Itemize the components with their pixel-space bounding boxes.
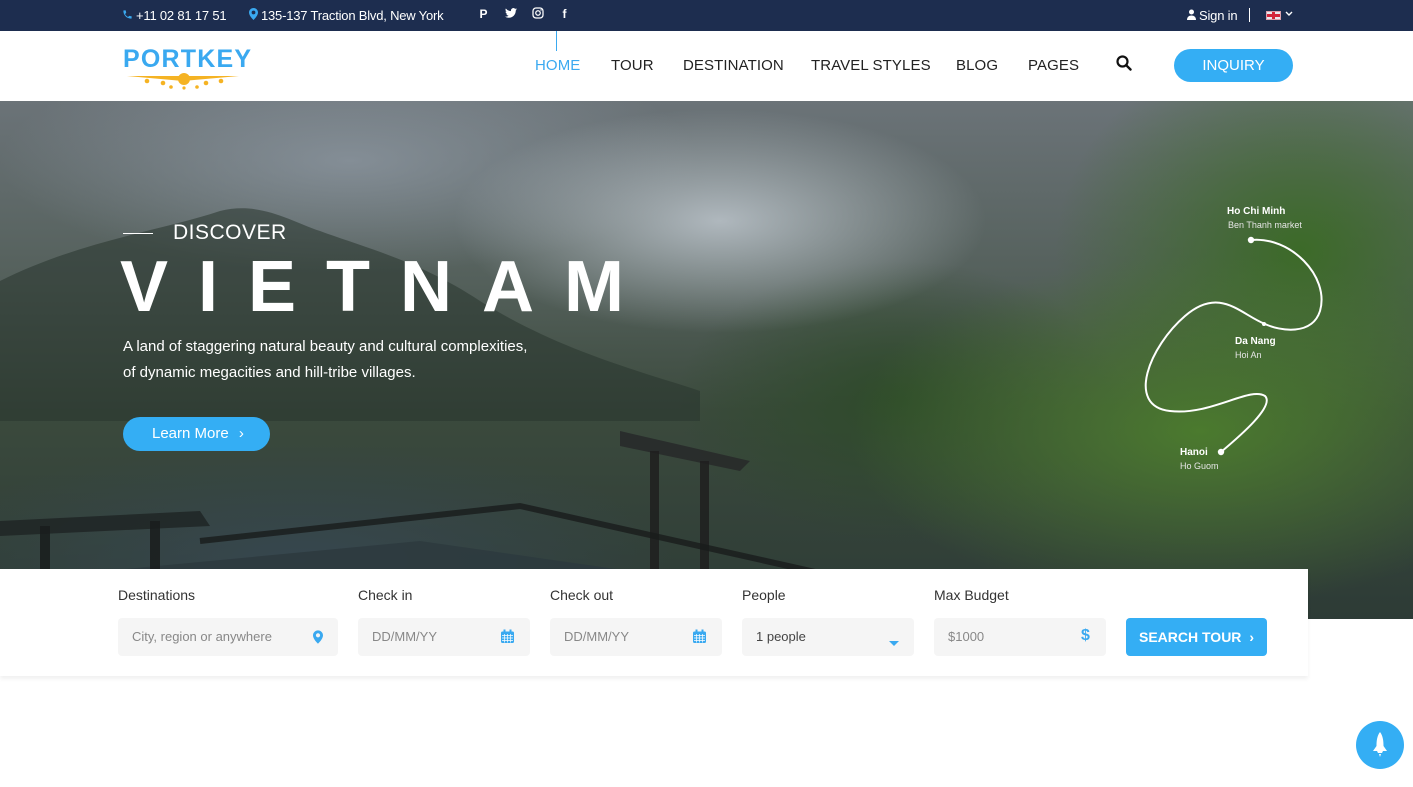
max-budget-input[interactable]: $1000 $ [934, 618, 1106, 656]
check-out-placeholder: DD/MM/YY [564, 629, 629, 644]
uk-flag-icon[interactable] [1266, 11, 1281, 20]
user-icon [1187, 8, 1196, 23]
kicker-line [123, 233, 153, 234]
people-select[interactable]: 1 people [742, 618, 914, 656]
destinations-label: Destinations [118, 587, 196, 603]
sign-in-label: Sign in [1199, 8, 1238, 23]
active-nav-indicator [556, 31, 557, 51]
rocket-icon [1373, 732, 1387, 757]
chevron-right-icon: › [1249, 629, 1254, 645]
route-place: Ben Thanh market [1228, 220, 1302, 230]
address-text: 135-137 Traction Blvd, New York [261, 8, 444, 23]
route-map: Ho Chi Minh Ben Thanh market Da Nang Hoi… [1130, 196, 1340, 486]
route-city: Da Nang [1235, 336, 1276, 347]
people-value: 1 people [756, 629, 806, 644]
phone-icon [122, 9, 133, 23]
portkey-logo[interactable]: PORTKEY [123, 43, 251, 90]
nav-blog[interactable]: BLOG [956, 57, 998, 74]
dollar-icon: $ [1081, 627, 1090, 644]
learn-more-label: Learn More [152, 425, 229, 442]
address-contact: 135-137 Traction Blvd, New York [249, 8, 444, 23]
hero-banner: DISCOVER VIETNAM A land of staggering na… [0, 101, 1413, 619]
destination-placeholder: City, region or anywhere [132, 629, 272, 644]
main-header: PORTKEY HOME TOUR DESTINATION TRAVEL STY… [0, 31, 1413, 101]
chevron-down-icon[interactable] [1285, 9, 1293, 19]
search-icon[interactable] [1116, 55, 1132, 76]
check-in-input[interactable]: DD/MM/YY [358, 618, 530, 656]
topbar-divider [1249, 8, 1250, 22]
route-city: Hanoi [1180, 447, 1208, 458]
instagram-icon[interactable] [524, 7, 551, 22]
pinterest-icon[interactable]: P [470, 7, 497, 22]
check-in-label: Check in [358, 587, 413, 603]
chevron-right-icon: › [238, 425, 244, 442]
check-out-input[interactable]: DD/MM/YY [550, 618, 722, 656]
route-point [1217, 448, 1225, 456]
map-pin-icon [249, 8, 258, 23]
max-budget-placeholder: $1000 [948, 629, 985, 644]
tour-search-form: Destinations City, region or anywhere Ch… [0, 569, 1308, 676]
hero-description: A land of staggering natural beauty and … [123, 338, 528, 381]
top-bar: +11 02 81 17 51 135-137 Traction Blvd, N… [0, 0, 1413, 31]
calendar-icon [692, 629, 707, 649]
hero-kicker: DISCOVER [173, 221, 287, 244]
caret-down-icon [889, 634, 899, 652]
airplane-icon [127, 73, 239, 90]
check-in-placeholder: DD/MM/YY [372, 629, 437, 644]
phone-contact[interactable]: +11 02 81 17 51 [122, 8, 227, 23]
twitter-icon[interactable] [497, 7, 524, 22]
route-city: Ho Chi Minh [1227, 206, 1286, 217]
nav-home[interactable]: HOME [535, 57, 580, 74]
search-tour-button[interactable]: SEARCH TOUR › [1126, 618, 1267, 656]
nav-destination[interactable]: DESTINATION [683, 57, 784, 74]
nav-tour[interactable]: TOUR [611, 57, 654, 74]
hero-title: VIETNAM [120, 247, 654, 327]
sign-in-link[interactable]: Sign in [1187, 8, 1238, 23]
back-to-top-button[interactable] [1356, 721, 1404, 769]
learn-more-button[interactable]: Learn More › [123, 417, 270, 451]
calendar-icon [500, 629, 515, 649]
map-pin-icon [313, 630, 323, 649]
route-point [1247, 236, 1255, 244]
check-out-label: Check out [550, 587, 614, 603]
route-place: Ho Guom [1180, 461, 1219, 471]
phone-number: +11 02 81 17 51 [136, 8, 227, 23]
max-budget-label: Max Budget [934, 587, 1009, 603]
route-place: Hoi An [1235, 350, 1262, 360]
search-tour-label: SEARCH TOUR [1139, 629, 1242, 645]
inquiry-button[interactable]: INQUIRY [1174, 49, 1293, 82]
facebook-icon[interactable]: f [551, 7, 578, 22]
social-links: P f [470, 7, 578, 22]
destination-input[interactable]: City, region or anywhere [118, 618, 338, 656]
logo-text: PORTKEY [123, 45, 253, 73]
route-point [1262, 322, 1266, 326]
nav-travel-styles[interactable]: TRAVEL STYLES [811, 57, 931, 74]
people-label: People [742, 587, 786, 603]
nav-pages[interactable]: PAGES [1028, 57, 1079, 74]
